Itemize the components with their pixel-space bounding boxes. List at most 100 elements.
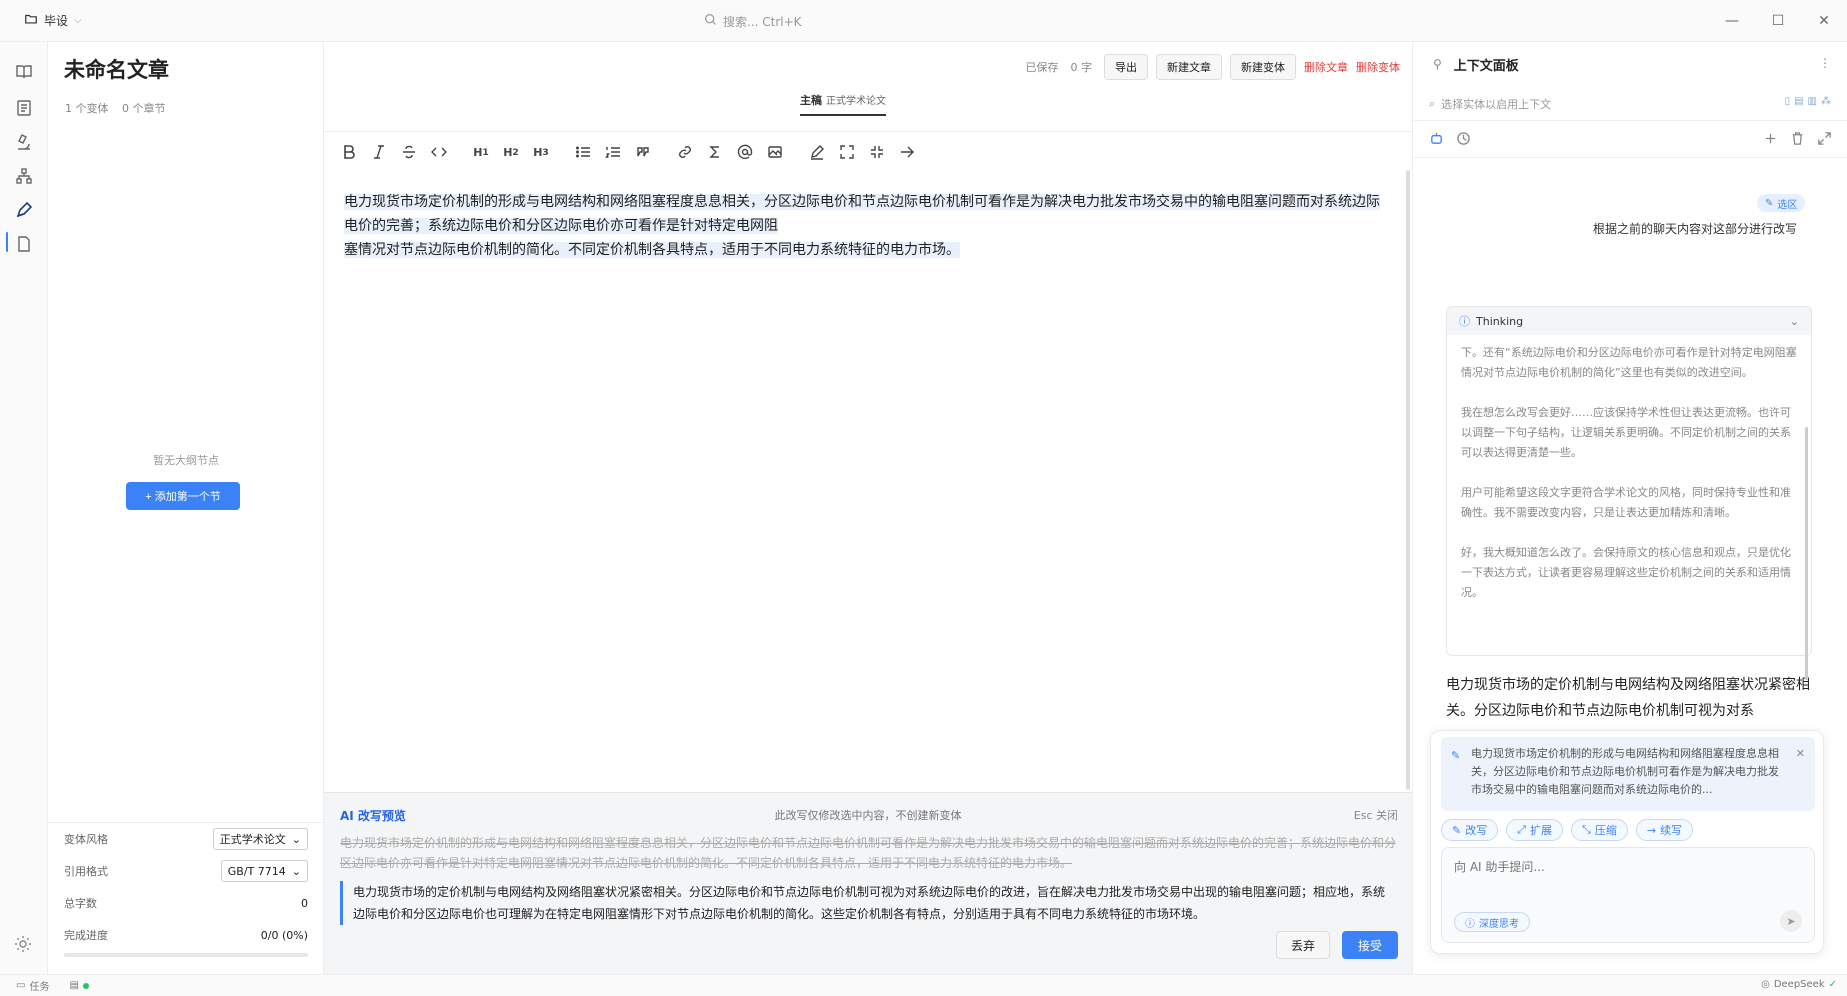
editor-content[interactable]: 电力现货市场定价机制的形成与电网结构和网络阻塞程度息息相关，分区边际电价和节点边… [344, 190, 1384, 262]
numbered-list-icon[interactable] [600, 139, 626, 165]
tasks-button[interactable]: ▭ 任务 [16, 978, 49, 993]
total-words-row: 总字数 0 [64, 887, 308, 919]
trash-icon[interactable] [1790, 131, 1805, 149]
tab-main[interactable]: 主稿 正式学术论文 [800, 92, 886, 116]
expand-action-button[interactable]: ⤢ 扩展 [1506, 819, 1564, 841]
quote-icon[interactable] [630, 139, 656, 165]
thinking-paragraph: 我在想怎么改写会更好……应该保持学术性但让表达更流畅。也许可以调整一下句子结构，… [1461, 406, 1791, 459]
thinking-header[interactable]: ⓘ Thinking ⌄ [1447, 307, 1811, 335]
delete-article-button[interactable]: 删除文章 [1304, 59, 1348, 75]
bullet-list-icon[interactable] [570, 139, 596, 165]
pin-icon[interactable]: ⚲ [1433, 57, 1442, 71]
context-search[interactable]: ⌕ 选择实体以启用上下文 [1429, 92, 1829, 116]
doc-filter-icon[interactable]: ▤ [1794, 96, 1803, 107]
file-icon[interactable] [12, 232, 36, 256]
editor-scrollbar[interactable] [1406, 170, 1410, 790]
mention-icon[interactable] [732, 139, 758, 165]
chevron-down-icon[interactable]: ⌄ [1790, 315, 1799, 328]
image-icon[interactable] [762, 139, 788, 165]
document-title[interactable]: 未命名文章 [64, 54, 169, 84]
thinking-paragraph: 下。还有“系统边际电价和分区边际电价亦可看作是针对特定电网阻塞情况对节点边际电价… [1461, 346, 1797, 379]
close-icon[interactable]: ✕ [1801, 0, 1847, 42]
heading-1-icon[interactable]: H1 [468, 139, 494, 165]
user-message: 根据之前的聊天内容对这部分进行改写 [1592, 222, 1797, 236]
continue-action-button[interactable]: → 续写 [1635, 819, 1694, 841]
variant-style-select[interactable]: 正式学术论文 ⌄ [212, 828, 308, 850]
selection-chip: ✎ 选区 [1757, 194, 1806, 212]
new-article-button[interactable]: 新建文章 [1156, 54, 1222, 80]
network-icon[interactable] [12, 164, 36, 188]
chat-input[interactable] [1454, 858, 1794, 888]
citation-format-label: 引用格式 [64, 865, 108, 878]
bold-icon[interactable] [336, 139, 362, 165]
context-panel-title: 上下文面板 [1453, 58, 1519, 74]
code-icon[interactable] [426, 139, 452, 165]
book-icon[interactable] [12, 60, 36, 84]
variant-tabs: 主稿 正式学术论文 [800, 92, 886, 116]
entity-type-icons: ▯ ▤ ▥ ⁂ [1785, 96, 1831, 107]
pen-icon[interactable] [12, 198, 36, 222]
fullscreen-icon[interactable] [1817, 131, 1832, 149]
chat-scrollbar[interactable] [1805, 480, 1808, 680]
book-filter-icon[interactable]: ▯ [1785, 96, 1791, 107]
active-indicator [6, 232, 8, 252]
accept-button[interactable]: 接受 [1341, 931, 1398, 959]
check-icon: ✓ [1828, 979, 1837, 990]
document-icon[interactable] [12, 96, 36, 120]
activity-rail [0, 42, 48, 974]
new-variant-button[interactable]: 新建变体 [1230, 54, 1296, 80]
strikethrough-icon[interactable] [396, 139, 422, 165]
close-icon[interactable]: ✕ [1796, 745, 1805, 763]
thinking-content: 下。还有“系统边际电价和分区边际电价亦可看作是针对特定电网阻塞情况对节点边际电价… [1447, 335, 1811, 631]
robot-icon[interactable] [1429, 131, 1444, 149]
document-meta: 1 个变体 0 个章节 [65, 100, 176, 116]
project-switcher[interactable]: 毕设 ⌵ [24, 12, 82, 29]
model-status[interactable]: ◎ DeepSeek ✓ [1761, 979, 1837, 990]
thinking-paragraph: 用户可能希望这段文字更符合学术论文的风格，同时保持专业性和准确性。我不需要改变内… [1461, 486, 1791, 519]
ai-rewrite-preview: 此改写仅修改选中内容，不创建新变体 AI 改写预览 Esc 关闭 电力现货市场定… [324, 792, 1412, 974]
model-icon: ◎ [1761, 979, 1770, 990]
citation-format-select[interactable]: GB/T 7714 ⌄ [220, 860, 308, 882]
history-icon[interactable] [1456, 131, 1471, 149]
plus-icon[interactable] [1763, 131, 1778, 149]
status-bar: ▭ 任务 ▤ ◎ DeepSeek ✓ [0, 974, 1847, 996]
chart-filter-icon[interactable]: ▥ [1808, 96, 1817, 107]
minimize-icon[interactable]: — [1709, 0, 1755, 42]
thinking-paragraph: 好，我大概知道怎么改了。会保持原文的核心信息和观点，只是优化一下表达方式，让读者… [1461, 546, 1791, 599]
italic-icon[interactable] [366, 139, 392, 165]
compress-action-button[interactable]: ⤡ 压缩 [1571, 819, 1628, 841]
collapse-icon[interactable] [864, 139, 890, 165]
total-words-value: 0 [301, 896, 308, 910]
discard-button[interactable]: 丢弃 [1275, 931, 1330, 959]
expand-icon[interactable] [834, 139, 860, 165]
arrow-right-icon[interactable] [894, 139, 920, 165]
link-icon[interactable] [672, 139, 698, 165]
outline-panel: 未命名文章 1 个变体 0 个章节 暂无大纲节点 + 添加第一个节 变体风格 正… [48, 42, 324, 974]
send-icon[interactable]: ➤ [1780, 910, 1802, 932]
chat-toolbar [1413, 120, 1847, 158]
tag-icon: ✎ [1451, 749, 1461, 762]
global-search[interactable]: 搜索... Ctrl+K [694, 8, 1108, 34]
selected-paragraph[interactable]: 电力现货市场定价机制的形成与电网结构和网络阻塞程度息息相关，分区边际电价和节点边… [344, 194, 1380, 258]
db-status[interactable]: ▤ [69, 980, 89, 991]
database-icon: ▤ [69, 980, 79, 991]
sigma-icon[interactable] [702, 139, 728, 165]
microscope-icon[interactable] [12, 130, 36, 154]
preview-close-button[interactable]: Esc 关闭 [1354, 807, 1398, 823]
online-dot [82, 982, 89, 989]
pen-edit-icon[interactable] [804, 139, 830, 165]
heading-2-icon[interactable]: H2 [498, 139, 524, 165]
maximize-icon[interactable]: ☐ [1755, 0, 1801, 42]
original-text: 电力现货市场定价机制的形成与电网结构和网络阻塞程度息息相关，分区边际电价和节点边… [340, 836, 1397, 870]
search-icon [704, 13, 717, 29]
graph-filter-icon[interactable]: ⁂ [1821, 96, 1831, 107]
more-options-icon[interactable]: ⋮ [1819, 56, 1831, 70]
add-first-section-button[interactable]: + 添加第一个节 [126, 482, 240, 510]
deep-think-toggle[interactable]: ⓘ 深度思考 [1454, 912, 1530, 932]
info-icon: ⓘ [1459, 315, 1470, 328]
settings-gear-icon[interactable] [13, 934, 33, 957]
heading-3-icon[interactable]: H3 [528, 139, 554, 165]
rewrite-action-button[interactable]: ✎ 改写 [1441, 819, 1499, 841]
delete-variant-button[interactable]: 删除变体 [1356, 59, 1400, 75]
export-button[interactable]: 导出 [1104, 54, 1148, 80]
